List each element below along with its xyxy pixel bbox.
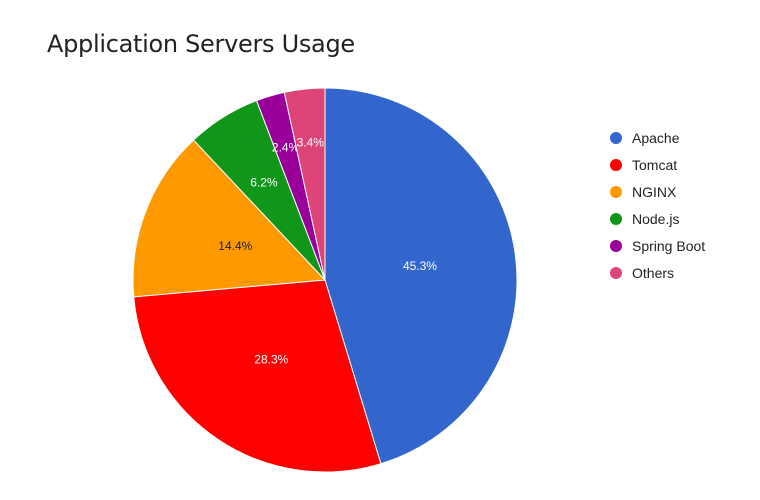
legend-item[interactable]: NGINX xyxy=(610,178,705,205)
legend-label: Spring Boot xyxy=(632,237,706,254)
legend-swatch-icon xyxy=(610,131,622,144)
legend-swatch-icon xyxy=(610,266,622,279)
legend-item[interactable]: Node.js xyxy=(610,205,705,232)
legend: Apache Tomcat NGINX Node.js Spring Boot Other… xyxy=(610,124,705,286)
legend-label: Apache xyxy=(632,129,680,146)
legend-item[interactable]: Tomcat xyxy=(610,151,705,178)
legend-swatch-icon xyxy=(610,239,622,252)
legend-item[interactable]: Others xyxy=(610,259,705,286)
legend-item[interactable]: Apache xyxy=(610,124,705,151)
slice-label-node-js: 6.2% xyxy=(250,175,278,189)
slice-label-tomcat: 28.3% xyxy=(254,353,288,367)
legend-label: Node.js xyxy=(632,210,680,227)
legend-swatch-icon xyxy=(610,185,622,198)
legend-label: NGINX xyxy=(632,183,677,200)
legend-label: Others xyxy=(632,264,675,281)
legend-swatch-icon xyxy=(610,158,622,171)
legend-item[interactable]: Spring Boot xyxy=(610,232,705,259)
slice-label-nginx: 14.4% xyxy=(218,239,252,253)
legend-label: Tomcat xyxy=(632,156,678,173)
slice-label-others: 3.4% xyxy=(297,136,325,150)
slice-label-apache: 45.3% xyxy=(403,259,437,273)
legend-swatch-icon xyxy=(610,212,622,225)
